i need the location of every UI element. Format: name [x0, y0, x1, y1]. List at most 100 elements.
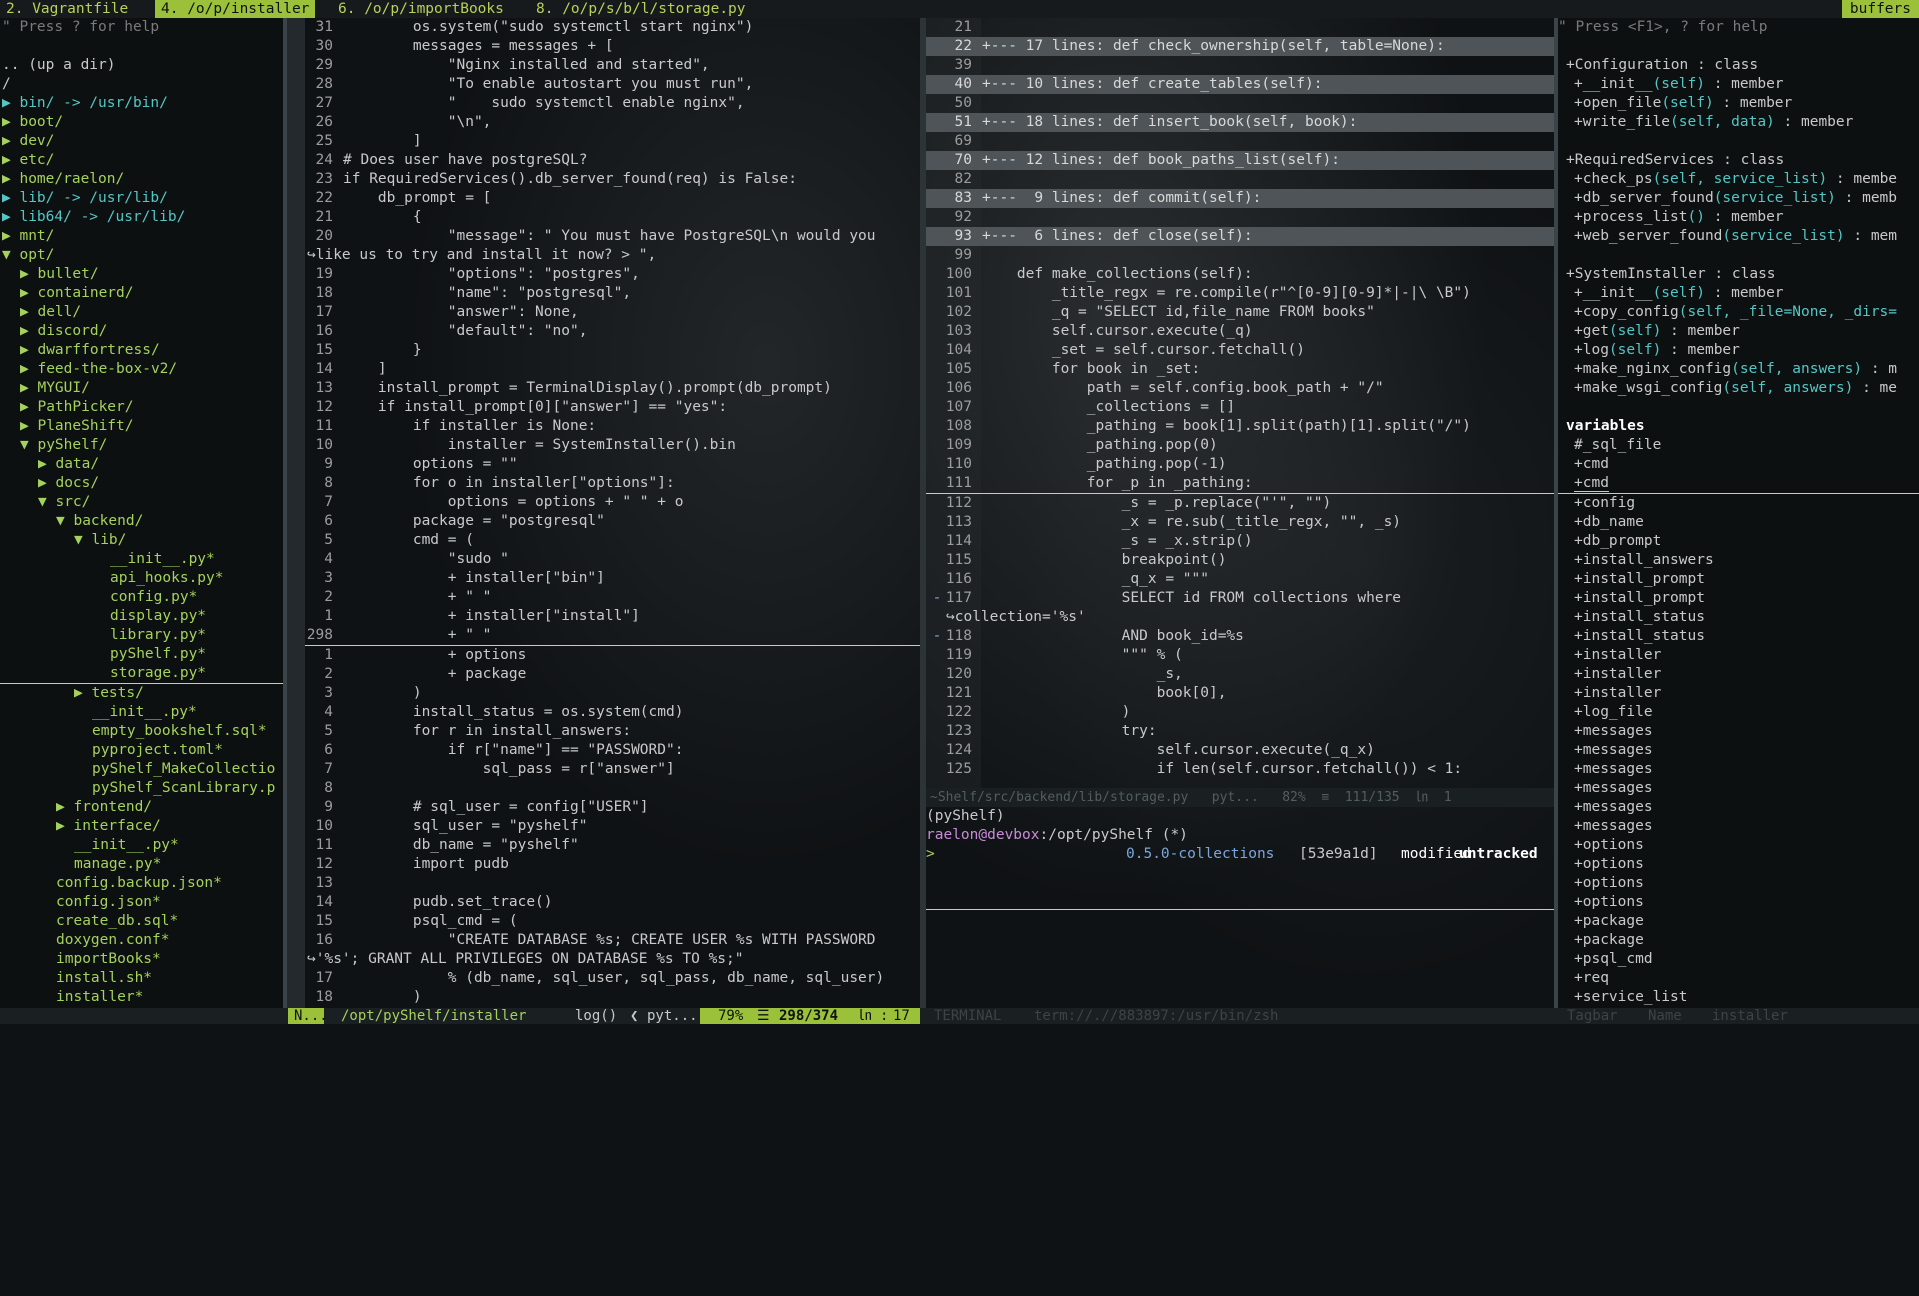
code-line[interactable]: 111 for _p in _pathing:: [926, 474, 1554, 494]
code-line[interactable]: 25 ]: [305, 132, 920, 151]
tree-item[interactable]: __init__.py*: [0, 703, 283, 722]
editor-installer[interactable]: 31 os.system("sudo systemctl start nginx…: [305, 18, 920, 1008]
tagbar-variable[interactable]: +messages: [1558, 817, 1919, 836]
code-line[interactable]: 124 self.cursor.execute(_q_x): [926, 741, 1554, 760]
tagbar-variable[interactable]: +messages: [1558, 760, 1919, 779]
fold-line[interactable]: 51 +--- 18 lines: def insert_book(self, b…: [926, 113, 1554, 132]
code-line[interactable]: 23 if RequiredServices().db_server_found(…: [305, 170, 920, 189]
tree-item[interactable]: ▶ data/: [0, 455, 283, 474]
code-line[interactable]: 101 _title_regx = re.compile(r"^[0-9][0-…: [926, 284, 1554, 303]
code-line[interactable]: 10 sql_user = "pyshelf": [305, 817, 920, 836]
code-line[interactable]: 7 sql_pass = r["answer"]: [305, 760, 920, 779]
tagbar-member[interactable]: +db_server_found(service_list) : memb: [1558, 189, 1919, 208]
code-line[interactable]: 17 "answer": None,: [305, 303, 920, 322]
code-line[interactable]: 11 if installer is None:: [305, 417, 920, 436]
tagbar-variable[interactable]: +install_status: [1558, 608, 1919, 627]
tagbar-member[interactable]: +make_nginx_config(self, answers) : m: [1558, 360, 1919, 379]
code-line[interactable]: 125 if len(self.cursor.fetchall()) < 1:: [926, 760, 1554, 779]
tagbar-variable[interactable]: +log_file: [1558, 703, 1919, 722]
code-line[interactable]: ↪'%s'; GRANT ALL PRIVILEGES ON DATABASE …: [305, 950, 920, 969]
fold-line[interactable]: 83 +--- 9 lines: def commit(self):: [926, 189, 1554, 208]
tree-up-dir[interactable]: .. (up a dir): [0, 56, 283, 75]
code-line[interactable]: 110 _pathing.pop(-1): [926, 455, 1554, 474]
code-line[interactable]: 18 "name": "postgresql",: [305, 284, 920, 303]
tree-item[interactable]: importBooks*: [0, 950, 283, 969]
tagbar-class[interactable]: +SystemInstaller : class: [1558, 265, 1919, 284]
code-line[interactable]: 8 for o in installer["options"]:: [305, 474, 920, 493]
code-line[interactable]: 112 _s = _p.replace("'", ""): [926, 494, 1554, 513]
tree-item[interactable]: doxygen.conf*: [0, 931, 283, 950]
tagbar-member[interactable]: +write_file(self, data) : member: [1558, 113, 1919, 132]
tagbar-variable[interactable]: +install_prompt: [1558, 589, 1919, 608]
code-line[interactable]: 120 _s,: [926, 665, 1554, 684]
code-line[interactable]: 92: [926, 208, 1554, 227]
code-line[interactable]: 298 + " ": [305, 626, 920, 646]
code-line[interactable]: 26 "\n",: [305, 113, 920, 132]
tagbar-variable[interactable]: +cmd: [1558, 455, 1919, 474]
tagbar-variable[interactable]: +installer: [1558, 684, 1919, 703]
tree-item[interactable]: manage.py*: [0, 855, 283, 874]
code-line[interactable]: 16 "CREATE DATABASE %s; CREATE USER %s W…: [305, 931, 920, 950]
code-line[interactable]: 115 breakpoint(): [926, 551, 1554, 570]
code-line[interactable]: 8: [305, 779, 920, 798]
tree-item[interactable]: pyShelf.py*: [0, 645, 283, 664]
code-line[interactable]: 122 ): [926, 703, 1554, 722]
tagbar-member[interactable]: +copy_config(self, _file=None, _dirs=: [1558, 303, 1919, 322]
code-line[interactable]: 109 _pathing.pop(0): [926, 436, 1554, 455]
tree-item[interactable]: ▶ dev/: [0, 132, 283, 151]
tree-item[interactable]: config.backup.json*: [0, 874, 283, 893]
tree-item[interactable]: ▼ src/: [0, 493, 283, 512]
code-line[interactable]: 114 _s = _x.strip(): [926, 532, 1554, 551]
tagbar-member[interactable]: +open_file(self) : member: [1558, 94, 1919, 113]
tagbar-member[interactable]: +__init__(self) : member: [1558, 284, 1919, 303]
fold-line[interactable]: 22 +--- 17 lines: def check_ownership(sel…: [926, 37, 1554, 56]
code-line[interactable]: 5 cmd = (: [305, 531, 920, 550]
tagbar-member[interactable]: +get(self) : member: [1558, 322, 1919, 341]
tree-item[interactable]: ▶ feed-the-box-v2/: [0, 360, 283, 379]
code-line[interactable]: 100 def make_collections(self):: [926, 265, 1554, 284]
tagbar-variable[interactable]: +psql_cmd: [1558, 950, 1919, 969]
fold-line[interactable]: 70 +--- 12 lines: def book_paths_list(sel…: [926, 151, 1554, 170]
tagbar-variable[interactable]: +package: [1558, 912, 1919, 931]
tree-item[interactable]: pyproject.toml*: [0, 741, 283, 760]
tree-item[interactable]: ▶ etc/: [0, 151, 283, 170]
tree-item[interactable]: ▼ opt/: [0, 246, 283, 265]
tree-item[interactable]: ▶ dell/: [0, 303, 283, 322]
code-line[interactable]: 5 for r in install_answers:: [305, 722, 920, 741]
code-line[interactable]: 17 % (db_name, sql_user, sql_pass, db_na…: [305, 969, 920, 988]
tagbar-member[interactable]: +check_ps(self, service_list) : membe: [1558, 170, 1919, 189]
code-line[interactable]: 10 installer = SystemInstaller().bin: [305, 436, 920, 455]
tree-item[interactable]: __init__.py*: [0, 836, 283, 855]
tagbar-variable[interactable]: +install_prompt: [1558, 570, 1919, 589]
tree-item[interactable]: installer*: [0, 988, 283, 1007]
code-line[interactable]: 14 ]: [305, 360, 920, 379]
code-line[interactable]: 16 "default": "no",: [305, 322, 920, 341]
code-line[interactable]: 39: [926, 56, 1554, 75]
code-line[interactable]: 9 # sql_user = config["USER"]: [305, 798, 920, 817]
code-line[interactable]: 22 db_prompt = [: [305, 189, 920, 208]
code-line[interactable]: 119 """ % (: [926, 646, 1554, 665]
code-line[interactable]: 102 _q = "SELECT id,file_name FROM books…: [926, 303, 1554, 322]
code-line[interactable]: 11 db_name = "pyshelf": [305, 836, 920, 855]
code-line[interactable]: 3 + installer["bin"]: [305, 569, 920, 588]
code-line[interactable]: 13 install_prompt = TerminalDisplay().pr…: [305, 379, 920, 398]
code-line[interactable]: 15 }: [305, 341, 920, 360]
tree-item[interactable]: ▶ MYGUI/: [0, 379, 283, 398]
terminal[interactable]: (pyShelf) raelon@devbox:/opt/pyShelf (*)…: [926, 807, 1554, 1019]
tree-item[interactable]: ▶ PlaneShift/: [0, 417, 283, 436]
tagbar-variable[interactable]: +installer: [1558, 646, 1919, 665]
tagbar-variable[interactable]: +messages: [1558, 779, 1919, 798]
code-line[interactable]: 116 _q_x = """: [926, 570, 1554, 589]
code-line[interactable]: 2 + package: [305, 665, 920, 684]
code-line[interactable]: 104 _set = self.cursor.fetchall(): [926, 341, 1554, 360]
tagbar-variable[interactable]: +install_answers: [1558, 551, 1919, 570]
tree-item[interactable]: ▶ lib/ -> /usr/lib/: [0, 189, 283, 208]
tagbar-variable[interactable]: +installer: [1558, 665, 1919, 684]
code-line[interactable]: 14 pudb.set_trace(): [305, 893, 920, 912]
code-line[interactable]: ↪collection='%s': [926, 608, 1554, 627]
tree-item[interactable]: create_db.sql*: [0, 912, 283, 931]
tagbar-variable[interactable]: +db_name: [1558, 513, 1919, 532]
code-line[interactable]: 3 ): [305, 684, 920, 703]
tagbar-variable[interactable]: +req: [1558, 969, 1919, 988]
code-line[interactable]: 1 + options: [305, 646, 920, 665]
